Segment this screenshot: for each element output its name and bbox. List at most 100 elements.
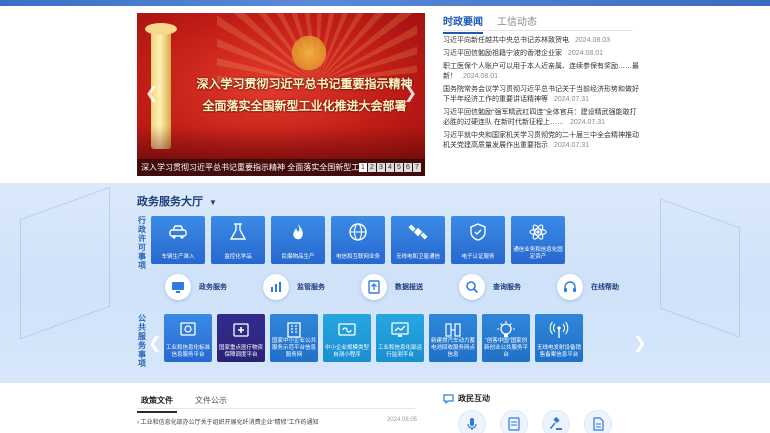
tile-label: 监控化学品: [224, 254, 252, 260]
service-label: 政务服务: [199, 284, 227, 291]
monitor-chart-icon: [391, 322, 409, 337]
tab-document-publicity[interactable]: 文件公示: [191, 393, 231, 413]
news-title[interactable]: 习近平向新任越共中央总书记苏林致贺电: [443, 37, 569, 44]
news-carousel[interactable]: 深入学习贯彻习近平总书记重要指示精神 全面落实全国新型工业化推进大会部署 ❮ ❯…: [137, 13, 425, 176]
news-date: 2024.08.03: [575, 37, 611, 44]
car-icon: [169, 225, 187, 239]
news-item[interactable]: 习近平就中央和国家机关学习贯彻党的二十届三中全会精神推动机关党建高质量发展作出重…: [443, 131, 643, 151]
emblem-icon: [289, 33, 329, 73]
public-tiles: 工业和信息化标准信息服务平台 国家重点医疗物资保障调度平台 国家中小企业公共服务…: [164, 314, 583, 362]
standard-icon: [180, 322, 196, 336]
carousel-caption-bar[interactable]: 深入学习贯彻习近平总书记重要指示精神 全面落实全国新型工业... 1 2 3 4…: [137, 159, 425, 176]
tile-vehicle-production[interactable]: 车辆生产准入: [151, 216, 205, 264]
carousel-dot[interactable]: 2: [368, 163, 376, 172]
data-submission-link[interactable]: 数据报送: [361, 274, 459, 300]
tile-label: 工业和信息化部运行监测平台: [377, 345, 422, 358]
tile-radio-satellite[interactable]: 无线电和卫星通信: [391, 216, 445, 264]
headset-icon: [564, 281, 576, 292]
tile-civil-explosives[interactable]: 民爆物品生产: [271, 216, 325, 264]
policy-item[interactable]: › 工业和信息化部办公厅关于组织开展化纤消费企业“精修”工作的通知 2024.0…: [137, 417, 417, 426]
tile-label: 工业和信息化标准信息服务平台: [165, 345, 210, 358]
tile-maker-china[interactable]: “创客中国”国家创新创业公共服务平台: [482, 314, 530, 362]
service-label: 数据报送: [395, 284, 423, 291]
news-title[interactable]: 习近平回信勉励祖籍宁波的香港企业家: [443, 50, 562, 57]
tile-label: 国家中小企业公共服务示范平台信息服务网: [271, 338, 316, 358]
banner-title-line2: 全面落实全国新型工业化推进大会部署: [202, 99, 407, 113]
shield-icon: [470, 223, 486, 241]
carousel-caption[interactable]: 深入学习贯彻习近平总书记重要指示精神 全面落实全国新型工业...: [141, 159, 359, 176]
tile-battery-recycling[interactable]: 新建燃汽车动力蓄电池回收服务网点信息: [429, 314, 477, 362]
public-service-label: 公共服务事项: [138, 314, 146, 368]
tile-label: 无线电发射设备销售备案信息平台: [536, 345, 581, 358]
atom-icon: [529, 224, 547, 240]
service-label: 监管服务: [297, 284, 325, 291]
tile-e-certification[interactable]: 电子认证服务: [451, 216, 505, 264]
service-hall-title[interactable]: 政务服务大厅 ▼: [137, 193, 217, 209]
medical-icon: [233, 323, 249, 337]
tile-controlled-chemicals[interactable]: 监控化学品: [211, 216, 265, 264]
tile-medical-supplies[interactable]: 国家重点医疗物资保障调度平台: [217, 314, 265, 362]
public-interaction-title: 政民互动: [443, 393, 490, 404]
interaction-link-microphone[interactable]: [458, 410, 486, 433]
carousel-dot[interactable]: 4: [386, 163, 394, 172]
monitor-icon: [172, 282, 184, 293]
building-icon: [287, 322, 301, 338]
decor-frame: [660, 198, 740, 338]
public-tiles-next-button[interactable]: ❯: [633, 333, 646, 353]
carousel-dot[interactable]: 7: [413, 163, 421, 172]
antenna-icon: [549, 321, 569, 338]
news-item[interactable]: 习近平向新任越共中央总书记苏林致贺电 2024.08.03: [443, 36, 643, 46]
carousel-prev-button[interactable]: ❮: [145, 83, 158, 103]
news-item[interactable]: 职工医保个人账户可以用于本人近亲属、连续参保有奖励……最新！ 2024.08.01: [443, 62, 643, 82]
carousel-dot[interactable]: 3: [377, 163, 385, 172]
carousel-dot[interactable]: 6: [404, 163, 412, 172]
gavel-icon: [549, 417, 562, 430]
tile-telecom-fixed-assets[interactable]: 通信业务和信息化固定资产: [511, 216, 565, 264]
tile-label: 中小企业规模类型自测小程序: [324, 345, 369, 358]
miniapp-icon: [338, 323, 356, 336]
news-title[interactable]: 国务院常务会议学习贯彻习近平总书记关于当前经济形势和做好下半年经济工作的重要讲话…: [443, 86, 639, 103]
carousel-dot[interactable]: 5: [395, 163, 403, 172]
tile-telecom-internet[interactable]: 电信和互联网业务: [331, 216, 385, 264]
news-title[interactable]: 习近平就中央和国家机关学习贯彻党的二十届三中全会精神推动机关党建高质量发展作出重…: [443, 132, 639, 149]
news-title[interactable]: 习近平回信勉励“强军精武红四连”全体官兵：建设精武强能敢打必胜的过硬连队 在新时…: [443, 109, 637, 126]
carousel-dot[interactable]: 1: [359, 163, 367, 172]
supervision-service-link[interactable]: 监管服务: [263, 274, 361, 300]
news-item[interactable]: 国务院常务会议学习贯彻习近平总书记关于当前经济形势和做好下半年经济工作的重要讲话…: [443, 85, 643, 105]
globe-icon: [349, 223, 367, 241]
tile-label: 新建燃汽车动力蓄电池回收服务网点信息: [430, 338, 475, 358]
public-tiles-prev-button[interactable]: ❮: [148, 333, 161, 353]
tile-sme-self-test[interactable]: 中小企业规模类型自测小程序: [323, 314, 371, 362]
carousel-next-button[interactable]: ❯: [404, 83, 417, 103]
tile-operation-monitoring[interactable]: 工业和信息化部运行监测平台: [376, 314, 424, 362]
chart-icon: [271, 282, 281, 292]
battery-icon: [445, 323, 461, 337]
news-date: 2024.08.01: [568, 50, 604, 57]
decor-frame: [20, 186, 110, 340]
interaction-link-document[interactable]: [584, 410, 612, 433]
government-service-link[interactable]: 政务服务: [165, 274, 263, 300]
microphone-icon: [467, 418, 477, 430]
policy-title[interactable]: 工业和信息化部办公厅关于组织开展化纤消费企业“精修”工作的通知: [141, 420, 319, 426]
banner-title-line1: 深入学习贯彻习近平总书记重要指示精神: [196, 77, 413, 91]
news-item[interactable]: 习近平回信勉励“强军精武红四连”全体官兵：建设精武强能敢打必胜的过硬连队 在新时…: [443, 108, 643, 128]
tile-radio-equipment-filing[interactable]: 无线电发射设备销售备案信息平台: [535, 314, 583, 362]
news-item[interactable]: 习近平回信勉励祖籍宁波的香港企业家 2024.08.01: [443, 49, 643, 59]
interaction-link-gavel[interactable]: [542, 410, 570, 433]
policy-tabs: 政策文件 文件公示: [137, 393, 231, 413]
survey-icon: [508, 417, 520, 431]
news-date: 2024.07.31: [569, 119, 605, 126]
service-shortcuts: 政务服务 监管服务 数据报送 查询服务 在线帮助: [165, 274, 655, 300]
tile-label: 车辆生产准入: [161, 254, 195, 260]
online-help-link[interactable]: 在线帮助: [557, 274, 655, 300]
interaction-link-survey[interactable]: [500, 410, 528, 433]
admin-license-label: 行政许可事项: [138, 216, 146, 270]
tile-label: 电子认证服务: [461, 254, 495, 260]
carousel-pager: 1 2 3 4 5 6 7: [359, 163, 421, 172]
news-list: 习近平向新任越共中央总书记苏林致贺电 2024.08.03 习近平回信勉励祖籍宁波…: [443, 36, 643, 154]
document-icon: [593, 417, 604, 431]
tile-sme-service-network[interactable]: 国家中小企业公共服务示范平台信息服务网: [270, 314, 318, 362]
tile-standards-platform[interactable]: 工业和信息化标准信息服务平台: [164, 314, 212, 362]
tab-policy-documents[interactable]: 政策文件: [137, 393, 177, 413]
query-service-link[interactable]: 查询服务: [459, 274, 557, 300]
